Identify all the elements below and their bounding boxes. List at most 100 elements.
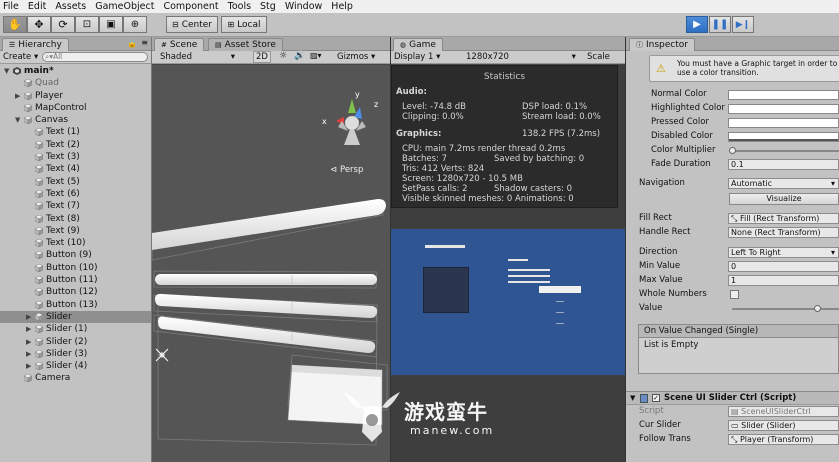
hierarchy-item[interactable]: Text (8) xyxy=(0,213,151,225)
hierarchy-item[interactable]: Text (3) xyxy=(0,151,151,163)
2d-toggle[interactable]: 2D xyxy=(253,51,271,63)
hierarchy-item[interactable]: Text (5) xyxy=(0,176,151,188)
color-row-1-color-swatch[interactable] xyxy=(728,104,839,114)
lighting-icon[interactable]: ☼ xyxy=(279,51,287,61)
max-value-row-field[interactable]: 1 xyxy=(728,275,839,286)
follow-trans-row-field[interactable]: ⤡ Player (Transform) xyxy=(728,434,839,445)
hierarchy-search-input[interactable]: ⌕▾All xyxy=(42,52,148,62)
hierarchy-item[interactable]: Quad xyxy=(0,77,151,89)
whole-numbers-checkbox[interactable] xyxy=(730,290,739,299)
gizmos-dropdown[interactable]: Gizmos ▾ xyxy=(337,52,375,62)
effects-icon[interactable]: ▨▾ xyxy=(310,51,322,60)
collapse-arrow-icon[interactable]: ▶ xyxy=(26,348,31,360)
create-dropdown[interactable]: Create ▾ xyxy=(3,52,38,62)
color-row-0-color-swatch[interactable] xyxy=(728,90,839,100)
direction-row-field[interactable]: Left To Right ▾ xyxy=(728,247,839,258)
tab-game[interactable]: ◍ Game xyxy=(393,38,443,51)
menu-item-assets[interactable]: Assets xyxy=(52,0,92,13)
slider-thumb[interactable] xyxy=(814,305,821,312)
hierarchy-item[interactable]: Button (11) xyxy=(0,274,151,286)
hierarchy-item[interactable]: Button (10) xyxy=(0,262,151,274)
hierarchy-item[interactable]: Text (7) xyxy=(0,200,151,212)
component-enabled-checkbox[interactable]: ✓ xyxy=(652,394,660,402)
hierarchy-item[interactable]: Text (1) xyxy=(0,126,151,138)
menu-item-edit[interactable]: Edit xyxy=(25,0,52,13)
menu-item-gameobject[interactable]: GameObject xyxy=(92,0,160,13)
hierarchy-item[interactable]: ▶ Slider (1) xyxy=(0,323,151,335)
move-tool-button[interactable]: ✥ xyxy=(27,16,51,33)
pivot-space-toggle[interactable]: ⊞ Local xyxy=(221,16,267,33)
hierarchy-item[interactable]: ▶ Slider (3) xyxy=(0,348,151,360)
hierarchy-item[interactable]: Button (9) xyxy=(0,249,151,261)
hierarchy-item[interactable]: ▶ Slider (2) xyxy=(0,336,151,348)
visualize-button[interactable]: Visualize xyxy=(729,193,839,205)
collapse-arrow-icon[interactable]: ▶ xyxy=(26,311,31,323)
hand-tool-button[interactable]: ✋ xyxy=(3,16,27,33)
tab-inspector[interactable]: ⓘ Inspector xyxy=(629,38,695,51)
navigation-row-field[interactable]: Automatic ▾ xyxy=(728,178,839,189)
hierarchy-item[interactable]: Text (2) xyxy=(0,139,151,151)
scene-tabbar: # Scene ▤ Asset Store xyxy=(152,37,390,51)
fill-rect-row-field[interactable]: ⤡ Fill (Rect Transform) xyxy=(728,213,839,224)
color-multiplier-slider[interactable] xyxy=(729,147,839,154)
menu-item-window[interactable]: Window xyxy=(282,0,328,13)
display-dropdown[interactable]: Display 1 ▾ xyxy=(394,52,440,62)
collapse-arrow-icon[interactable]: ▶ xyxy=(26,336,31,348)
hierarchy-item[interactable]: MapControl xyxy=(0,102,151,114)
shading-mode-dropdown[interactable]: Shaded ▾ xyxy=(160,52,235,62)
menu-item-stg[interactable]: Stg xyxy=(257,0,282,13)
play-button[interactable]: ▶ xyxy=(686,16,708,33)
handle-rect-row-field[interactable]: None (Rect Transform) xyxy=(728,227,839,238)
scene-orientation-gizmo[interactable]: y z x xyxy=(322,90,378,145)
hierarchy-item[interactable]: Text (4) xyxy=(0,163,151,175)
script-row-field[interactable]: ▤ SceneUISliderCtrl xyxy=(728,406,839,417)
slider-thumb[interactable] xyxy=(729,147,736,154)
transform-tool-button[interactable]: ⊕ xyxy=(123,16,147,33)
scale-slider[interactable]: Scale xyxy=(587,52,610,62)
scale-tool-button[interactable]: ⊡ xyxy=(75,16,99,33)
audio-icon[interactable]: 🔊 xyxy=(294,51,305,61)
panel-menu-icon[interactable]: ≡ xyxy=(141,38,148,47)
component-header[interactable]: ▼ ✓ Scene UI Slider Ctrl (Script) xyxy=(626,391,839,405)
hierarchy-item[interactable]: Text (6) xyxy=(0,188,151,200)
max-value-row: Max Value 1 xyxy=(626,274,839,287)
step-button[interactable]: ▶❙ xyxy=(732,16,754,33)
scene-slider-3 xyxy=(155,293,378,318)
collapse-arrow-icon[interactable]: ▶ xyxy=(26,360,31,372)
hierarchy-item[interactable]: ▶ Player xyxy=(0,90,151,102)
hierarchy-item[interactable]: Text (10) xyxy=(0,237,151,249)
hierarchy-item[interactable]: ▶ Slider (4) xyxy=(0,360,151,372)
hierarchy-item[interactable]: Button (12) xyxy=(0,286,151,298)
hierarchy-item[interactable]: ▶ Slider xyxy=(0,310,151,324)
hierarchy-item[interactable]: ▼ Canvas xyxy=(0,114,151,126)
rotate-tool-button[interactable]: ⟳ xyxy=(51,16,75,33)
menu-item-component[interactable]: Component xyxy=(160,0,224,13)
tab-asset-store[interactable]: ▤ Asset Store xyxy=(208,38,283,51)
cur-slider-row-field[interactable]: ▭ Slider (Slider) xyxy=(728,420,839,431)
persp-label[interactable]: ⊲ Persp xyxy=(330,165,363,175)
collapse-arrow-icon[interactable]: ▼ xyxy=(630,392,635,405)
color-row-2-color-swatch[interactable] xyxy=(728,118,839,128)
hierarchy-item[interactable]: ▼ main* xyxy=(0,65,151,77)
color-row-3-color-swatch[interactable] xyxy=(728,132,839,142)
tab-scene[interactable]: # Scene xyxy=(154,38,205,51)
hierarchy-item[interactable]: Camera xyxy=(0,372,151,384)
menu-item-file[interactable]: File xyxy=(0,0,25,13)
hierarchy-item[interactable]: Button (13) xyxy=(0,299,151,311)
pause-button[interactable]: ❚❚ xyxy=(709,16,731,33)
rect-tool-button[interactable]: ▣ xyxy=(99,16,123,33)
lock-icon[interactable]: 🔒 xyxy=(127,39,137,48)
min-value-row-field[interactable]: 0 xyxy=(728,261,839,272)
pivot-center-toggle[interactable]: ⊟ Center xyxy=(166,16,218,33)
tab-hierarchy[interactable]: ☰ Hierarchy xyxy=(2,38,69,51)
menu-item-help[interactable]: Help xyxy=(328,0,359,13)
fade-duration-row-field[interactable]: 0.1 xyxy=(728,159,839,170)
expand-arrow-icon[interactable]: ▼ xyxy=(15,114,20,126)
hierarchy-item[interactable]: Text (9) xyxy=(0,225,151,237)
collapse-arrow-icon[interactable]: ▶ xyxy=(15,90,20,102)
value-slider[interactable] xyxy=(732,305,839,312)
expand-arrow-icon[interactable]: ▼ xyxy=(4,65,9,77)
resolution-dropdown[interactable]: 1280x720 ▾ xyxy=(466,52,576,62)
menu-item-tools[interactable]: Tools xyxy=(225,0,257,13)
collapse-arrow-icon[interactable]: ▶ xyxy=(26,323,31,335)
